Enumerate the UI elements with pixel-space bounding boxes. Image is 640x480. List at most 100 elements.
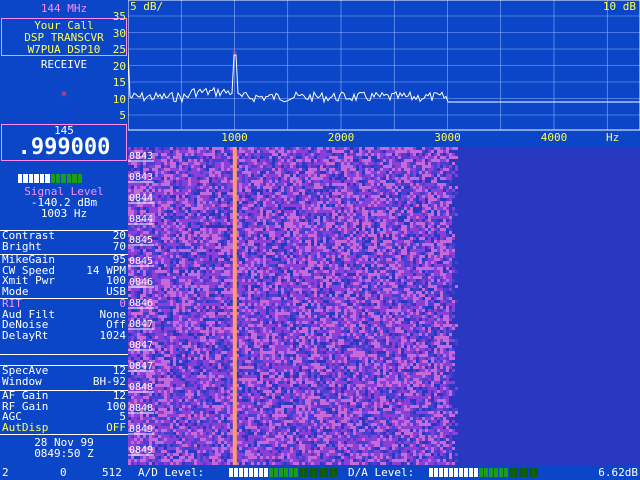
y-tick: 15 — [112, 76, 126, 89]
level-segment — [304, 468, 308, 477]
level-segment — [449, 468, 453, 477]
rx-setting-row[interactable]: DelayRt 1024 — [0, 328, 128, 342]
da-level-label: D/A Level: — [348, 466, 415, 479]
level-segment — [319, 468, 323, 477]
time-mark: 0847 — [129, 319, 153, 330]
audio-setting-row[interactable]: AutDisp OFF — [0, 420, 128, 434]
level-segment — [524, 468, 528, 477]
audio-setting-value: OFF — [106, 420, 126, 434]
status-n2: 0 — [60, 466, 67, 479]
time-mark: 0844 — [129, 193, 153, 204]
time-mark: 0844 — [129, 214, 153, 225]
level-segment — [439, 468, 443, 477]
x-unit: Hz — [606, 131, 619, 144]
audio-setting-label: AutDisp — [2, 420, 49, 434]
peak-marker: * — [232, 50, 237, 60]
tx-setting-value: USB — [106, 284, 126, 298]
level-segment — [294, 468, 298, 477]
level-segment — [249, 468, 253, 477]
time-mark: 0843 — [129, 151, 153, 162]
level-segment — [284, 468, 288, 477]
y-tick: 5 — [119, 109, 126, 122]
waterfall-panel — [128, 147, 640, 465]
level-segment — [474, 468, 478, 477]
level-segment — [324, 468, 328, 477]
level-segment — [479, 468, 483, 477]
signal-meter-segment — [77, 174, 83, 183]
frequency-khz: .999000 — [17, 135, 111, 160]
time-mark: 0846 — [129, 298, 153, 309]
signal-meter — [18, 174, 83, 183]
display-setting-row[interactable]: Bright 70 — [0, 239, 128, 253]
time-mark: 0847 — [129, 340, 153, 351]
signal-meter-segment — [39, 174, 45, 183]
status-bar: 2 0 512 A/D Level: D/A Level: 6.62dB — [0, 465, 640, 480]
audio-settings: AF Gain 12 RF Gain 100 AGC 5 AutDisp OFF — [0, 390, 128, 433]
level-segment — [459, 468, 463, 477]
ad-level-label: A/D Level: — [138, 466, 205, 479]
ad-level-meter — [229, 468, 338, 477]
signal-meter-segment — [72, 174, 77, 183]
level-segment — [229, 468, 233, 477]
display-settings: Contrast 20 Bright 70 — [0, 230, 128, 252]
signal-meter-segment — [66, 174, 72, 183]
level-segment — [314, 468, 318, 477]
datetime-section: 28 Nov 99 0849:50 Z — [0, 434, 128, 459]
rx-setting-label: DelayRt — [2, 328, 49, 342]
y-tick: 25 — [112, 43, 126, 56]
status-n1: 2 — [2, 466, 9, 479]
x-tick: 1000 — [221, 131, 248, 144]
waterfall-time-marks: 0843 0843 0844 0844 0845 0845 0846 0846 0847 0847… — [128, 151, 154, 456]
time-mark: 0849 — [129, 424, 153, 435]
level-segment — [434, 468, 438, 477]
level-segment — [244, 468, 248, 477]
rx-setting-value: 1024 — [99, 328, 127, 342]
signal-meter-segment — [55, 174, 61, 183]
signal-meter-segment — [45, 174, 50, 183]
status-n3: 512 — [102, 466, 122, 479]
time-mark: 0846 — [129, 277, 153, 288]
signal-meter-segment — [28, 174, 34, 183]
scale-right: 10 dB — [603, 0, 636, 13]
y-tick: 20 — [112, 59, 126, 73]
tx-setting-label: Mode — [2, 284, 29, 298]
level-segment — [264, 468, 268, 477]
rx-settings: RIT 0 Aud Filt None DeNoise Off DelayRt 1024 — [0, 298, 128, 341]
spectrum-setting-row[interactable]: Window BH-92 — [0, 376, 128, 388]
level-segment — [464, 468, 468, 477]
time-mark: 0847 — [129, 361, 153, 372]
level-segment — [334, 468, 338, 477]
tx-setting-row[interactable]: Mode USB — [0, 284, 128, 298]
waterfall-signal-trace — [232, 147, 237, 465]
signal-meter-segment — [61, 174, 66, 183]
y-tick: 10 — [112, 92, 126, 106]
level-segment — [309, 468, 313, 477]
time-mark: 0845 — [129, 235, 153, 246]
display-setting-value: 70 — [112, 239, 126, 253]
level-segment — [469, 468, 473, 477]
level-segment — [254, 468, 258, 477]
level-segment — [239, 468, 243, 477]
level-segment — [504, 468, 508, 477]
time-mark: 0845 — [129, 256, 153, 267]
level-segment — [514, 468, 518, 477]
time-mark: 0848 — [129, 403, 153, 414]
level-segment — [489, 468, 493, 477]
time-mark: 0849 — [129, 445, 153, 456]
level-segment — [289, 468, 293, 477]
level-segment — [329, 468, 333, 477]
level-segment — [429, 468, 433, 477]
signal-meter-segment — [18, 174, 23, 183]
level-segment — [494, 468, 498, 477]
spectrum-waterfall-display[interactable]: 5 dB/ 10 dB 1000 2000 3000 4000 Hz 084308430… — [128, 0, 640, 465]
signal-meter-segment — [23, 174, 28, 183]
level-segment — [299, 468, 303, 477]
spectrum-panel — [128, 0, 640, 145]
x-tick: 4000 — [541, 131, 568, 144]
da-level-meter — [429, 468, 538, 477]
signal-hz: 1003 Hz — [40, 207, 88, 220]
level-segment — [444, 468, 448, 477]
display-setting-label: Bright — [2, 239, 42, 253]
level-segment — [259, 468, 263, 477]
level-segment — [499, 468, 503, 477]
